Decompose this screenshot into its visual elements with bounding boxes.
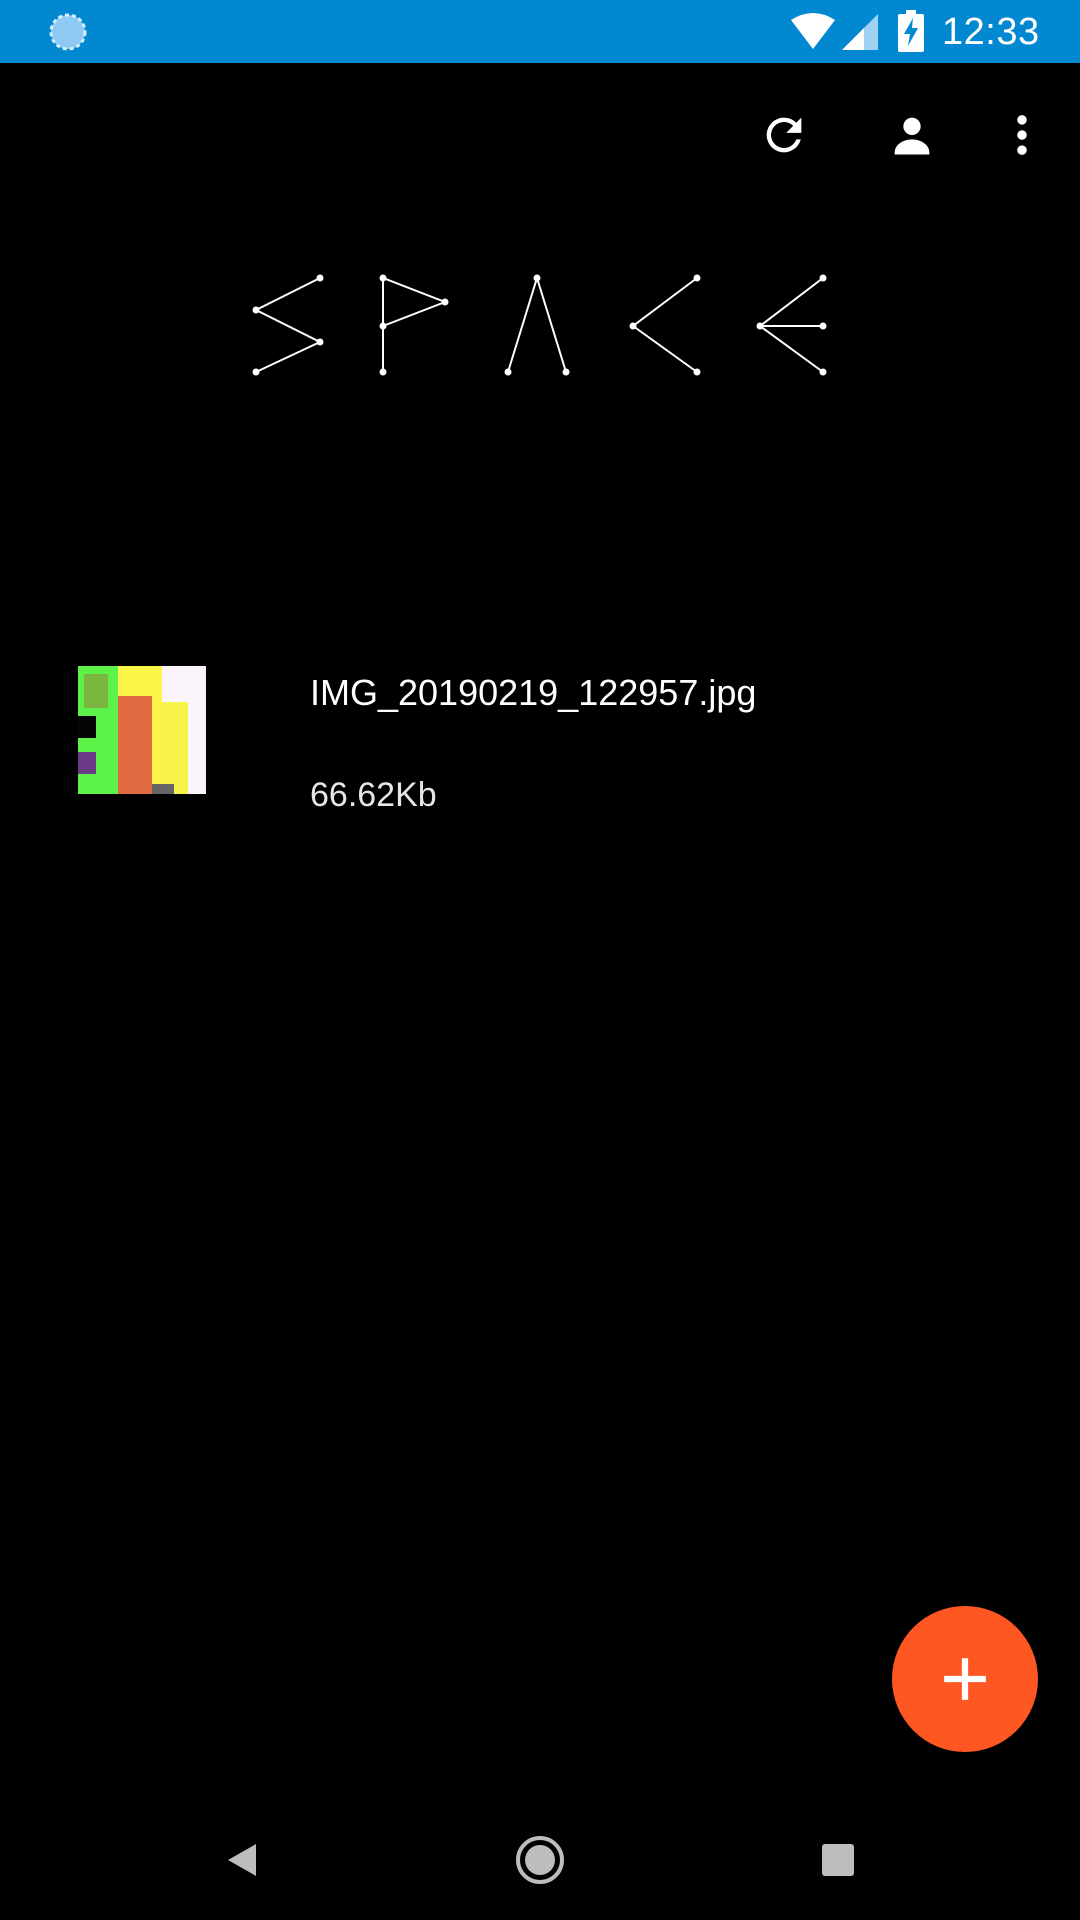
status-bar: 12:33 xyxy=(0,0,1080,63)
account-icon xyxy=(894,117,930,155)
recents-button[interactable] xyxy=(808,1830,868,1890)
home-button[interactable] xyxy=(510,1830,570,1890)
refresh-icon xyxy=(766,117,802,153)
home-icon xyxy=(516,1836,564,1884)
add-file-button[interactable] xyxy=(892,1606,1038,1752)
add-icon xyxy=(944,1658,986,1700)
image-thumbnail xyxy=(78,666,206,794)
more-options-button[interactable] xyxy=(994,107,1050,163)
file-list-item[interactable]: IMG_20190219_122957.jpg 66.62Kb xyxy=(0,640,1080,820)
refresh-button[interactable] xyxy=(756,107,812,163)
recents-icon xyxy=(822,1844,854,1876)
status-time: 12:33 xyxy=(942,11,1040,53)
sync-icon xyxy=(49,13,87,51)
file-size: 66.62Kb xyxy=(310,776,437,814)
space-logo xyxy=(252,274,827,376)
signal-icon xyxy=(842,14,878,50)
wifi-icon xyxy=(791,13,835,49)
back-button[interactable] xyxy=(212,1830,272,1890)
toolbar xyxy=(0,63,1080,203)
account-button[interactable] xyxy=(884,107,940,163)
more-vert-icon xyxy=(1017,115,1027,155)
navigation-bar xyxy=(0,1800,1080,1920)
battery-charging-icon xyxy=(898,10,924,52)
back-icon xyxy=(228,1844,256,1876)
file-name: IMG_20190219_122957.jpg xyxy=(310,672,757,713)
